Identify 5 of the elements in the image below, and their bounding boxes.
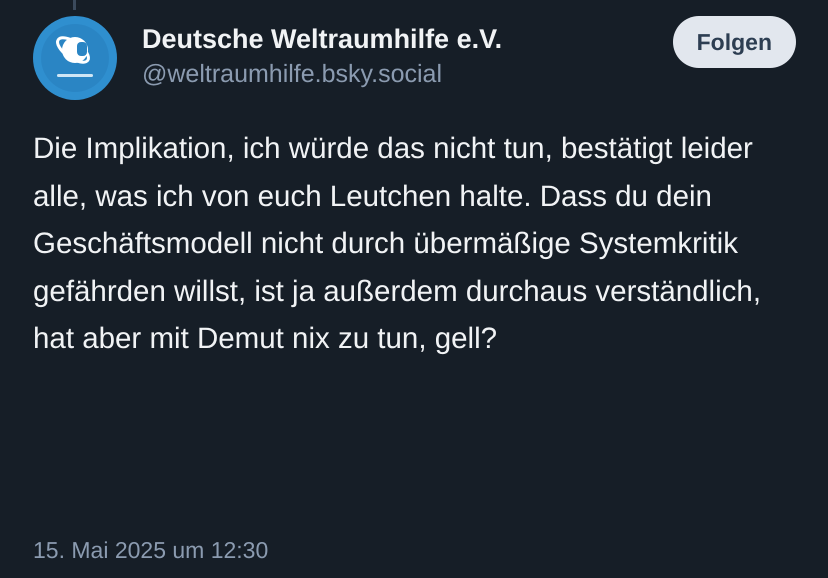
post-text: Die Implikation, ich würde das nicht tun, bestätigt leider alle, was ich von euch Leutchen halte. Dass du dein Geschäftsmodell nicht durch übermäßige Systemkritik gefährden willst, ist ja außerdem durchaus verständlich, hat aber mit Demut nix zu tun, gell? <box>33 131 762 357</box>
post-timestamp: 15. Mai 2025 um 12:30 <box>33 536 268 565</box>
author-handle: @weltraumhilfe.bsky.social <box>142 59 444 90</box>
author-name: Deutsche Weltraumhilfe e.V. <box>142 23 504 56</box>
follow-button[interactable]: Folgen <box>672 16 796 68</box>
